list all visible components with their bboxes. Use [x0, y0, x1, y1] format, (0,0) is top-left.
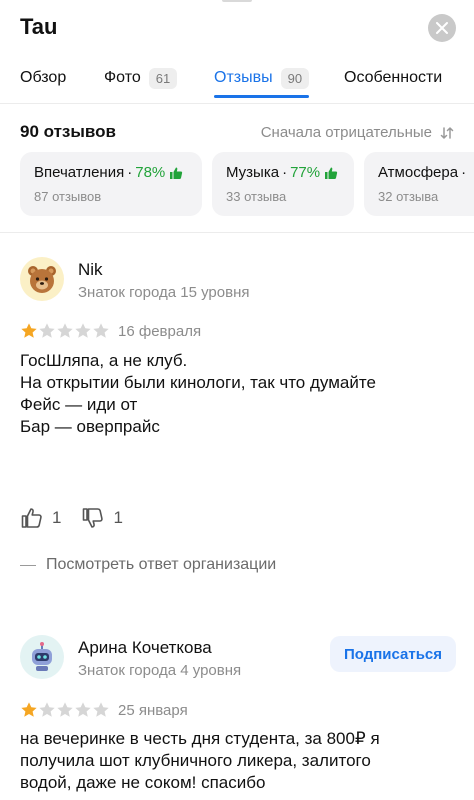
tab-label: Особенности	[344, 69, 443, 86]
rating-stars: 16 февраля	[20, 322, 201, 340]
sort-icon	[440, 126, 454, 139]
review-date: 25 января	[118, 701, 188, 719]
aspect-chip-music[interactable]: Музыка · 77% 33 отзыва	[212, 152, 354, 216]
review-reactions: 1 1	[20, 506, 143, 530]
tab-bar: Обзор Фото 61 Отзывы 90 Особенности	[0, 60, 474, 100]
star-empty-icon	[93, 323, 109, 338]
thumbs-down-icon	[83, 508, 104, 528]
subscribe-button[interactable]: Подписаться	[330, 636, 456, 672]
tab-label: Отзывы	[214, 69, 273, 86]
review-text-line: водой, даже не соком! спасибо	[20, 773, 266, 792]
tab-count-badge: 90	[280, 67, 310, 89]
close-icon	[436, 22, 448, 34]
thumbs-up-icon	[21, 508, 42, 528]
star-empty-icon	[93, 702, 109, 717]
avatar[interactable]	[20, 635, 64, 679]
author-level: Знаток города 15 уровня	[78, 284, 250, 301]
chip-subtitle: 33 отзыва	[226, 189, 287, 204]
chip-title-row: Музыка · 77%	[226, 164, 340, 181]
tab-reviews[interactable]: Отзывы 90	[214, 60, 310, 98]
header-divider	[0, 103, 474, 104]
dislike-count: 1	[113, 508, 123, 527]
review-text: ГосШляпа, а не клуб. На открытии были ки…	[20, 350, 460, 438]
chip-subtitle: 32 отзыва	[378, 189, 439, 204]
review-text-line: ГосШляпа, а не клуб.	[20, 351, 188, 370]
org-reply-label: Посмотреть ответ организации	[46, 556, 277, 573]
reviews-count: 90 отзывов	[20, 122, 116, 141]
dislike-button[interactable]: 1	[81, 506, 123, 530]
bear-avatar-icon	[28, 266, 56, 293]
sort-label: Сначала отрицательные	[260, 124, 432, 141]
header: Tau Обзор Фото 61 Отзывы 90 Особенности	[0, 0, 474, 104]
chip-title: Впечатления	[34, 164, 125, 181]
tab-count-badge: 61	[148, 67, 178, 89]
tab-label: Фото	[104, 69, 141, 86]
star-empty-icon	[57, 702, 73, 717]
chip-subtitle: 87 отзывов	[34, 189, 102, 204]
chip-title-row: Атмосфера ·	[378, 164, 474, 181]
star-filled-icon	[21, 702, 37, 717]
rating-stars: 25 января	[20, 701, 188, 719]
tab-features[interactable]: Особенности	[344, 60, 442, 96]
org-reply-dash	[20, 564, 36, 566]
review-text-line: На открытии были кинологи, так что думай…	[20, 373, 376, 392]
star-empty-icon	[75, 323, 91, 338]
review-text-line: Фейс — иди от	[20, 395, 138, 414]
star-empty-icon	[75, 702, 91, 717]
tab-photos[interactable]: Фото 61	[104, 60, 178, 96]
star-empty-icon	[39, 323, 55, 338]
aspect-chip-atmosphere[interactable]: Атмосфера · 32 отзыва	[364, 152, 474, 216]
thumbs-up-icon	[170, 167, 183, 179]
author-level: Знаток города 4 уровня	[78, 662, 242, 679]
thumbs-up-icon	[325, 167, 338, 179]
tab-overview[interactable]: Обзор	[20, 60, 66, 96]
aspect-chips: Впечатления · 78% 87 отзывов Музыка · 77…	[20, 152, 474, 216]
review-author[interactable]: Арина Кочеткова	[78, 638, 212, 658]
avatar[interactable]	[20, 257, 64, 301]
chip-separator: ·	[282, 164, 288, 181]
review-author[interactable]: Nik	[78, 260, 103, 280]
chip-percent: 77%	[290, 164, 321, 181]
star-empty-icon	[57, 323, 73, 338]
star-empty-icon	[39, 702, 55, 717]
chip-percent: 78%	[135, 164, 166, 181]
robot-avatar-icon	[32, 642, 52, 671]
org-reply-link[interactable]: Посмотреть ответ организации	[20, 556, 276, 574]
chip-title: Атмосфера	[378, 164, 459, 181]
chip-title: Музыка	[226, 164, 280, 181]
review-text: на вечеринке в честь дня студента, за 80…	[20, 728, 460, 794]
like-button[interactable]: 1	[20, 506, 61, 530]
tab-label: Обзор	[20, 69, 67, 86]
chip-title-row: Впечатления · 78%	[34, 164, 188, 181]
sort-dropdown[interactable]: Сначала отрицательные	[261, 124, 454, 141]
star-filled-icon	[21, 323, 37, 338]
place-title: Tau	[20, 14, 58, 39]
like-count: 1	[52, 508, 62, 527]
review-date: 16 февраля	[118, 322, 202, 340]
review-text-line: на вечеринке в честь дня студента, за 80…	[20, 729, 380, 748]
review-text-line: получила шот клубничного ликера, залитог…	[20, 751, 371, 770]
chip-separator: ·	[461, 164, 467, 181]
aspect-chip-impressions[interactable]: Впечатления · 78% 87 отзывов	[20, 152, 202, 216]
chip-separator: ·	[127, 164, 133, 181]
review-text-line: Бар — оверпрайс	[20, 417, 160, 436]
close-button[interactable]	[428, 14, 456, 42]
section-divider	[0, 232, 474, 233]
active-tab-indicator	[214, 95, 310, 98]
